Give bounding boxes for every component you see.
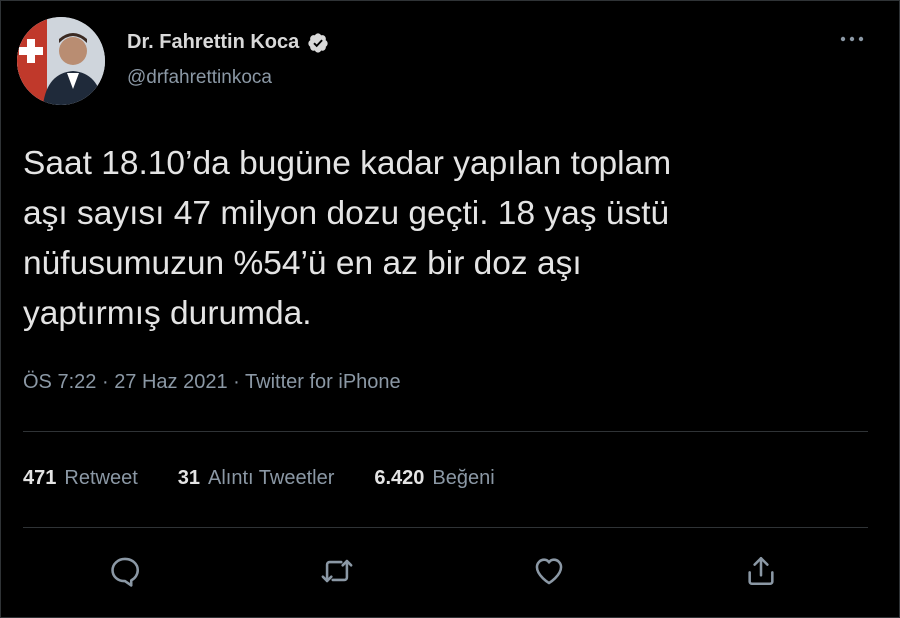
retweet-count-link[interactable]: 471 Retweet bbox=[23, 467, 138, 490]
retweet-count: 471 bbox=[23, 467, 57, 489]
quote-label: Alıntı Tweetler bbox=[208, 467, 335, 489]
divider bbox=[23, 527, 868, 528]
more-options-icon[interactable] bbox=[837, 27, 867, 51]
tweet-date[interactable]: 27 Haz 2021 bbox=[114, 371, 227, 393]
meta-separator: · bbox=[101, 371, 109, 393]
meta-separator: · bbox=[233, 371, 240, 393]
share-icon[interactable] bbox=[741, 551, 781, 591]
author-handle[interactable]: @drfahrettinkoca bbox=[127, 67, 272, 89]
tweet-card: Dr. Fahrettin Koca @drfahrettinkoca Saat… bbox=[0, 0, 900, 618]
quote-count-link[interactable]: 31 Alıntı Tweetler bbox=[178, 467, 335, 490]
author-name-row[interactable]: Dr. Fahrettin Koca bbox=[127, 31, 329, 54]
like-label: Beğeni bbox=[432, 467, 495, 489]
retweet-icon[interactable] bbox=[317, 551, 357, 591]
tweet-time[interactable]: ÖS 7:22 bbox=[23, 371, 96, 393]
quote-count: 31 bbox=[177, 467, 200, 489]
like-count: 6.420 bbox=[374, 467, 425, 489]
like-count-link[interactable]: 6.420 Beğeni bbox=[374, 467, 494, 490]
tweet-source[interactable]: Twitter for iPhone bbox=[245, 371, 401, 393]
retweet-label: Retweet bbox=[64, 467, 138, 489]
tweet-text: Saat 18.10’da bugüne kadar yapılan topla… bbox=[23, 145, 672, 332]
tweet-stats: 471 Retweet 31 Alıntı Tweetler 6.420 Beğeni bbox=[23, 467, 495, 490]
reply-icon[interactable] bbox=[105, 551, 145, 591]
avatar-image bbox=[17, 17, 105, 105]
divider bbox=[23, 431, 868, 432]
tweet-meta: ÖS 7:22 · 27 Haz 2021 · Twitter for iPho… bbox=[23, 371, 401, 394]
verified-badge-icon bbox=[307, 32, 329, 54]
author-name[interactable]: Dr. Fahrettin Koca bbox=[127, 31, 299, 54]
avatar[interactable] bbox=[17, 17, 105, 105]
like-icon[interactable] bbox=[529, 551, 569, 591]
